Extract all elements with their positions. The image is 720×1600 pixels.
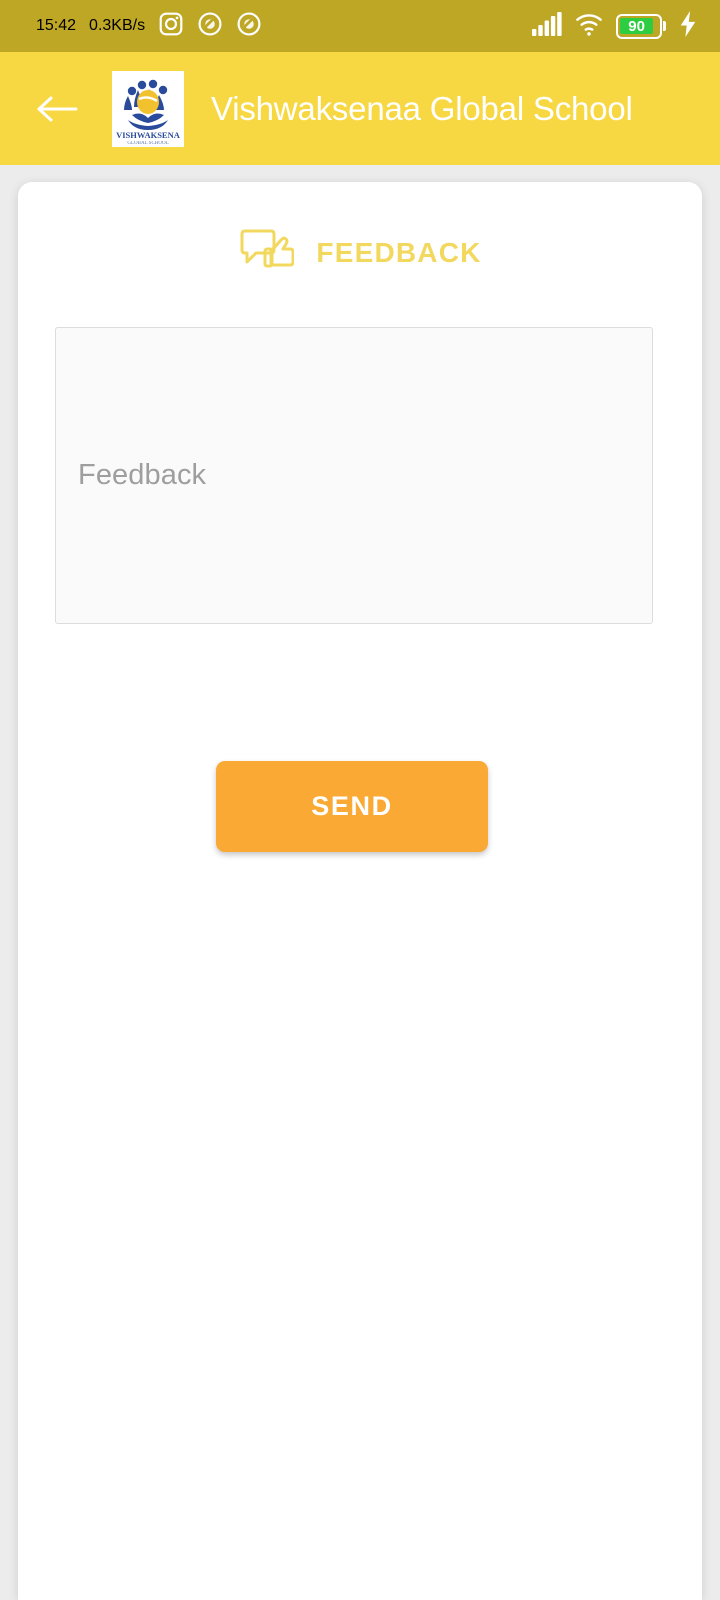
status-time: 15:42 — [36, 17, 77, 34]
feedback-placeholder: Feedback — [78, 459, 207, 491]
battery-icon: 90 — [615, 13, 666, 39]
status-bar-right: 90 — [531, 10, 699, 42]
status-bar-left: 15:42 0.3KB/s — [36, 11, 262, 42]
instagram-icon — [158, 11, 184, 42]
feedback-section-header: FEEDBACK — [18, 228, 702, 277]
wifi-icon — [574, 11, 604, 42]
page-title: Vishwaksenaa Global School — [211, 89, 633, 127]
feedback-card: FEEDBACK Feedback SEND — [18, 182, 702, 1600]
do-not-disturb-icon — [197, 11, 223, 42]
svg-text:GLOBAL SCHOOL: GLOBAL SCHOOL — [127, 141, 168, 146]
battery-percent-label: 90 — [620, 18, 654, 34]
battery-cap — [663, 21, 666, 31]
svg-text:VISHWAKSENA: VISHWAKSENA — [116, 130, 181, 140]
status-bar: 15:42 0.3KB/s 90 — [0, 0, 720, 52]
feedback-thumbs-up-icon — [238, 228, 295, 277]
status-network-speed: 0.3KB/s — [89, 17, 146, 34]
feedback-input[interactable]: Feedback — [55, 327, 653, 624]
signal-bars-icon — [531, 11, 562, 42]
back-arrow-icon — [37, 96, 78, 121]
school-logo: VISHWAKSENA GLOBAL SCHOOL — [112, 70, 184, 147]
battery-body: 90 — [615, 13, 662, 39]
school-logo-icon: VISHWAKSENA GLOBAL SCHOOL — [112, 70, 184, 147]
app-bar: VISHWAKSENA GLOBAL SCHOOL Vishwaksenaa G… — [0, 52, 720, 165]
section-title: FEEDBACK — [316, 236, 482, 268]
charging-bolt-icon — [678, 10, 698, 42]
send-button[interactable]: SEND — [216, 761, 488, 852]
back-button[interactable] — [34, 86, 80, 132]
data-saver-icon — [236, 11, 262, 42]
